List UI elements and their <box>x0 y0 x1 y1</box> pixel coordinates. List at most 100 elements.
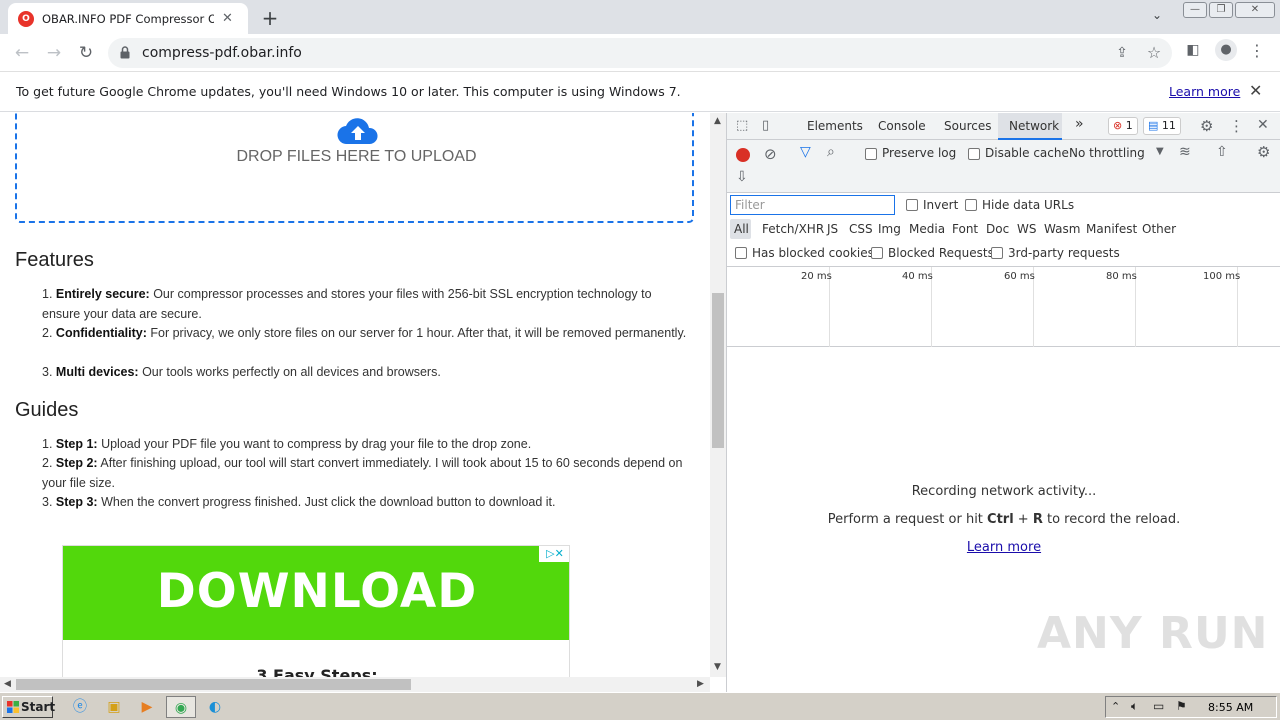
tab-elements[interactable]: Elements <box>807 119 863 133</box>
hide-data-urls-checkbox[interactable] <box>965 199 977 211</box>
chrome-icon[interactable]: ◉ <box>166 696 196 718</box>
show-hidden-icons-icon[interactable]: ⌃ <box>1111 700 1120 713</box>
search-icon[interactable]: ⌕ <box>827 144 835 160</box>
edge-icon[interactable]: ◐ <box>202 696 228 718</box>
page-horizontal-scrollbar[interactable]: ◀ ▶ <box>0 677 710 692</box>
vertical-scroll-thumb[interactable] <box>712 293 724 448</box>
has-blocked-cookies-label: Has blocked cookies <box>752 246 874 260</box>
infobar-close-icon[interactable]: ✕ <box>1249 81 1262 100</box>
start-button[interactable]: Start <box>2 696 55 718</box>
filter-funnel-icon[interactable]: ▽ <box>800 144 811 160</box>
restore-button[interactable]: ❐ <box>1209 2 1233 18</box>
type-filter-ws[interactable]: WS <box>1017 222 1036 236</box>
filter-input[interactable]: Filter <box>730 195 895 215</box>
blocked-requests-checkbox[interactable] <box>871 247 883 259</box>
scroll-left-icon[interactable]: ◀ <box>4 679 11 689</box>
scroll-right-icon[interactable]: ▶ <box>697 679 704 689</box>
hint-key-ctrl: Ctrl <box>987 512 1014 527</box>
throttling-select[interactable]: No throttling <box>1069 146 1145 160</box>
tab-network-label[interactable]: Network <box>1009 119 1059 133</box>
forward-button[interactable]: → <box>42 41 66 65</box>
explorer-folder-icon[interactable]: ▣ <box>101 696 127 718</box>
menu-kebab-icon[interactable]: ⋮ <box>1247 41 1267 60</box>
has-blocked-cookies-checkbox[interactable] <box>735 247 747 259</box>
type-filter-css[interactable]: CSS <box>849 222 873 236</box>
type-filter-all[interactable]: All <box>734 222 749 236</box>
ie-icon[interactable]: ⓔ <box>67 696 93 718</box>
network-settings-gear-icon[interactable]: ⚙ <box>1257 143 1270 161</box>
third-party-checkbox[interactable] <box>991 247 1003 259</box>
type-filter-font[interactable]: Font <box>952 222 978 236</box>
tab-search-chevron-icon[interactable]: ⌄ <box>1152 8 1162 22</box>
devtools-panel: ⬚ ▯ Elements Console Sources Network » ⊗… <box>726 113 1280 692</box>
devtools-menu-icon[interactable]: ⋮ <box>1229 117 1244 135</box>
new-tab-button[interactable]: + <box>258 6 282 30</box>
scroll-down-icon[interactable]: ▼ <box>714 662 721 672</box>
scroll-up-icon[interactable]: ▲ <box>714 116 721 126</box>
network-timeline[interactable]: 20 ms 40 ms 60 ms 80 ms 100 ms <box>727 266 1280 347</box>
throttling-chevron-down-icon[interactable]: ▼ <box>1156 146 1164 157</box>
download-ad-banner[interactable]: DOWNLOAD ▷✕ 3 Easy Steps: <box>62 545 570 677</box>
type-filter-doc[interactable]: Doc <box>986 222 1009 236</box>
tab-sources[interactable]: Sources <box>944 119 991 133</box>
timeline-label: 80 ms <box>1106 271 1137 282</box>
reload-button[interactable]: ↻ <box>74 41 98 65</box>
guide-text: Upload your PDF file you want to compres… <box>97 437 532 451</box>
ad-green-panel[interactable]: DOWNLOAD <box>63 546 569 640</box>
invert-checkbox[interactable] <box>906 199 918 211</box>
type-filter-fetch-xhr[interactable]: Fetch/XHR <box>762 222 824 236</box>
feature-item: 3. Multi devices: Our tools works perfec… <box>42 363 692 383</box>
side-panel-icon[interactable]: ◧ <box>1183 42 1203 58</box>
url-text[interactable]: compress-pdf.obar.info <box>142 45 302 61</box>
drop-zone[interactable]: DROP FILES HERE TO UPLOAD <box>15 113 694 223</box>
volume-icon[interactable]: 🔈︎ <box>1131 699 1138 714</box>
feature-title: Entirely secure: <box>55 287 150 301</box>
close-devtools-icon[interactable]: ✕ <box>1257 117 1269 133</box>
type-filter-wasm[interactable]: Wasm <box>1044 222 1080 236</box>
minimize-button[interactable]: — <box>1183 2 1207 18</box>
errors-badge[interactable]: ⊗ 1 <box>1108 117 1138 135</box>
browser-tab[interactable]: O OBAR.INFO PDF Compressor Online ✕ <box>8 3 248 34</box>
type-filter-js[interactable]: JS <box>827 222 838 236</box>
bookmark-star-icon[interactable]: ☆ <box>1144 43 1164 62</box>
feature-item: 1. Entirely secure: Our compressor proce… <box>42 285 692 324</box>
preserve-log-checkbox[interactable] <box>865 148 877 160</box>
tab-close-icon[interactable]: ✕ <box>222 11 233 26</box>
device-toolbar-icon[interactable]: ▯ <box>762 118 769 133</box>
type-filter-manifest[interactable]: Manifest <box>1086 222 1137 236</box>
record-icon[interactable] <box>736 148 750 162</box>
lock-icon[interactable] <box>120 46 130 59</box>
type-filter-other[interactable]: Other <box>1142 222 1176 236</box>
messages-badge[interactable]: ▤ 11 <box>1143 117 1181 135</box>
network-conditions-icon[interactable]: ≋ <box>1179 144 1191 160</box>
share-icon[interactable]: ⇪ <box>1112 45 1132 61</box>
list-number: 1. <box>42 437 53 451</box>
export-har-icon[interactable]: ⇩ <box>736 169 748 185</box>
devtools-learn-more-link[interactable]: Learn more <box>727 540 1280 555</box>
infobar-learn-more-link[interactable]: Learn more <box>1169 84 1240 99</box>
ad-choices-icon[interactable]: ▷✕ <box>539 546 569 562</box>
inspect-element-icon[interactable]: ⬚ <box>736 118 748 133</box>
action-center-flag-icon[interactable]: ⚑ <box>1176 699 1187 713</box>
import-har-icon[interactable]: ⇧ <box>1216 144 1228 160</box>
type-filter-media[interactable]: Media <box>909 222 945 236</box>
type-filter-img[interactable]: Img <box>878 222 901 236</box>
address-bar[interactable]: compress-pdf.obar.info ⇪ ☆ <box>108 38 1172 68</box>
tab-network[interactable]: Network <box>998 113 1062 140</box>
clear-icon[interactable]: ⊘ <box>764 145 777 163</box>
back-button[interactable]: ← <box>10 41 34 65</box>
taskbar-clock[interactable]: 8:55 AM <box>1208 701 1253 714</box>
profile-avatar-icon[interactable]: ● <box>1215 39 1237 61</box>
ad-headline[interactable]: DOWNLOAD <box>63 564 569 619</box>
more-tabs-icon[interactable]: » <box>1075 116 1084 132</box>
disable-cache-checkbox[interactable] <box>968 148 980 160</box>
settings-gear-icon[interactable]: ⚙ <box>1200 117 1213 135</box>
tab-console[interactable]: Console <box>878 119 926 133</box>
close-window-button[interactable]: ✕ <box>1235 2 1275 18</box>
media-player-icon[interactable]: ▶ <box>134 696 160 718</box>
network-icon[interactable]: ▭ <box>1153 699 1164 713</box>
tab-strip: O OBAR.INFO PDF Compressor Online ✕ + ⌄ … <box>0 0 1280 34</box>
page-vertical-scrollbar[interactable]: ▲ ▼ <box>710 113 726 677</box>
horizontal-scroll-thumb[interactable] <box>16 679 411 690</box>
devtools-tab-bar: ⬚ ▯ Elements Console Sources Network » ⊗… <box>727 113 1280 140</box>
